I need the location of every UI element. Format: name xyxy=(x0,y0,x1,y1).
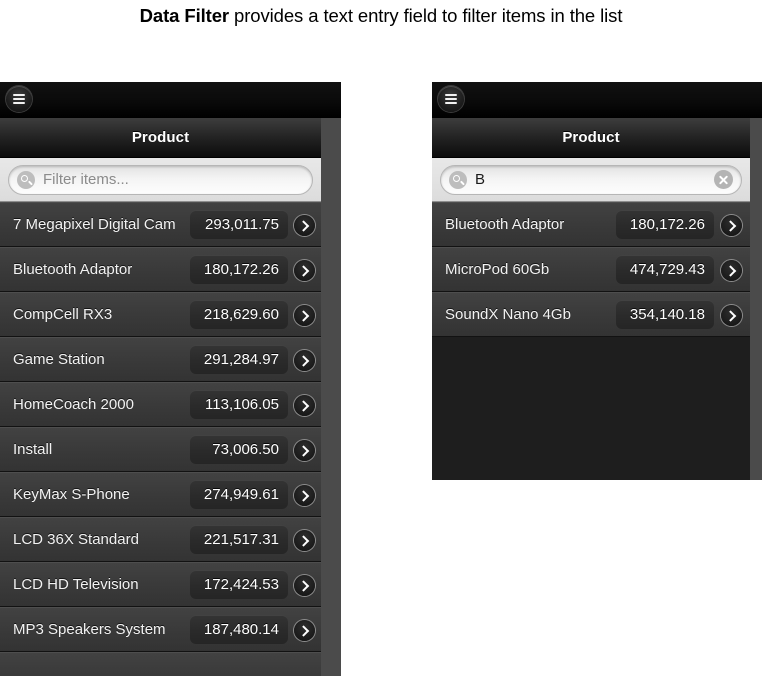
filtered-list-panel: Product B Bluetooth Adaptor 180,172.26 Mic… xyxy=(432,82,762,480)
title-bar: Product xyxy=(432,118,750,158)
row-label: CompCell RX3 xyxy=(13,306,113,323)
menu-bar-3 xyxy=(13,102,25,104)
table-row[interactable]: Install 73,006.50 xyxy=(0,427,321,472)
row-label: KeyMax S-Phone xyxy=(13,486,130,503)
table-row[interactable]: KeyMax S-Phone 274,949.61 xyxy=(0,472,321,517)
table-row[interactable]: LCD 36X Standard 221,517.31 xyxy=(0,517,321,562)
chevron-right-icon[interactable] xyxy=(294,575,315,596)
row-value: 218,629.60 xyxy=(190,300,288,329)
row-label: HomeCoach 2000 xyxy=(13,396,134,413)
hamburger-menu-icon[interactable] xyxy=(438,86,464,112)
chevron-right-icon[interactable] xyxy=(294,395,315,416)
title-bar: Product xyxy=(0,118,321,158)
table-row[interactable] xyxy=(0,652,321,676)
hamburger-menu-icon[interactable] xyxy=(6,86,32,112)
row-value: 113,106.05 xyxy=(190,390,288,419)
row-value: 354,140.18 xyxy=(616,300,714,329)
caption-rest: provides a text entry field to filter it… xyxy=(229,5,623,26)
row-value: 180,172.26 xyxy=(190,255,288,284)
menu-bar-3 xyxy=(445,102,457,104)
row-label: LCD 36X Standard xyxy=(13,531,139,548)
row-value: 293,011.75 xyxy=(190,210,288,239)
chevron-right-icon[interactable] xyxy=(294,215,315,236)
row-value: 73,006.50 xyxy=(190,435,288,464)
table-row[interactable]: Bluetooth Adaptor 180,172.26 xyxy=(0,247,321,292)
table-row[interactable]: HomeCoach 2000 113,106.05 xyxy=(0,382,321,427)
chevron-right-icon[interactable] xyxy=(721,215,742,236)
filter-input-field[interactable]: Filter items... xyxy=(8,164,313,195)
menu-bar-2 xyxy=(13,98,25,100)
filter-input-field[interactable]: B xyxy=(440,164,742,195)
menu-bar-1 xyxy=(13,94,25,96)
row-value: 221,517.31 xyxy=(190,525,288,554)
unfiltered-list-panel: Product Filter items... 7 Megapixel Digi… xyxy=(0,82,341,676)
panel-content: Product Filter items... 7 Megapixel Digi… xyxy=(0,82,341,676)
product-list: Bluetooth Adaptor 180,172.26 MicroPod 60Gb… xyxy=(432,202,750,337)
page-title: Product xyxy=(131,129,190,146)
caption-strong: Data Filter xyxy=(139,5,230,26)
panel-content: Product B Bluetooth Adaptor 180,172.26 Mic… xyxy=(432,82,762,480)
filter-input-placeholder: Filter items... xyxy=(43,171,129,188)
scroll-gutter[interactable] xyxy=(750,82,762,480)
filter-input-value: B xyxy=(475,171,486,188)
clear-circle-icon[interactable] xyxy=(714,170,733,189)
table-row[interactable]: MicroPod 60Gb 474,729.43 xyxy=(432,247,750,292)
table-row[interactable]: MP3 Speakers System 187,480.14 xyxy=(0,607,321,652)
row-label: Bluetooth Adaptor xyxy=(13,261,133,278)
empty-list-area xyxy=(432,337,750,480)
chevron-right-icon[interactable] xyxy=(721,305,742,326)
top-nav-bar xyxy=(0,82,341,118)
table-row[interactable]: Game Station 291,284.97 xyxy=(0,337,321,382)
row-value: 474,729.43 xyxy=(616,255,714,284)
row-label: SoundX Nano 4Gb xyxy=(445,306,571,323)
chevron-right-icon[interactable] xyxy=(294,260,315,281)
chevron-right-icon[interactable] xyxy=(294,530,315,551)
search-icon xyxy=(17,170,35,189)
row-label: 7 Megapixel Digital Cam xyxy=(13,216,176,233)
scroll-gutter[interactable] xyxy=(321,82,341,676)
table-row[interactable]: SoundX Nano 4Gb 354,140.18 xyxy=(432,292,750,337)
page-title: Product xyxy=(562,129,620,146)
row-value: 172,424.53 xyxy=(190,570,288,599)
screenshot-root: Data Filter provides a text entry field … xyxy=(0,0,762,676)
product-list: 7 Megapixel Digital Cam 293,011.75 Bluetoo… xyxy=(0,202,321,676)
row-label: MP3 Speakers System xyxy=(13,621,166,638)
table-row[interactable]: CompCell RX3 218,629.60 xyxy=(0,292,321,337)
chevron-right-icon[interactable] xyxy=(294,485,315,506)
chevron-right-icon[interactable] xyxy=(721,260,742,281)
menu-bar-1 xyxy=(445,94,457,96)
row-value: 187,480.14 xyxy=(190,615,288,644)
chevron-right-icon[interactable] xyxy=(294,350,315,371)
row-value: 291,284.97 xyxy=(190,345,288,374)
row-label: MicroPod 60Gb xyxy=(445,261,550,278)
filter-bar: B xyxy=(432,158,750,202)
table-row[interactable]: Bluetooth Adaptor 180,172.26 xyxy=(432,202,750,247)
row-label: LCD HD Television xyxy=(13,576,139,593)
table-row[interactable]: LCD HD Television 172,424.53 xyxy=(0,562,321,607)
chevron-right-icon[interactable] xyxy=(294,305,315,326)
menu-bar-2 xyxy=(445,98,457,100)
row-value: 180,172.26 xyxy=(616,210,714,239)
top-nav-bar xyxy=(432,82,762,118)
chevron-right-icon[interactable] xyxy=(294,620,315,641)
row-value: 274,949.61 xyxy=(190,480,288,509)
row-label: Game Station xyxy=(13,351,105,368)
row-label: Bluetooth Adaptor xyxy=(445,216,565,233)
chevron-right-icon[interactable] xyxy=(294,440,315,461)
filter-bar: Filter items... xyxy=(0,158,321,202)
search-icon xyxy=(449,170,467,189)
page-caption: Data Filter provides a text entry field … xyxy=(0,5,762,27)
row-label: Install xyxy=(13,441,53,458)
table-row[interactable]: 7 Megapixel Digital Cam 293,011.75 xyxy=(0,202,321,247)
